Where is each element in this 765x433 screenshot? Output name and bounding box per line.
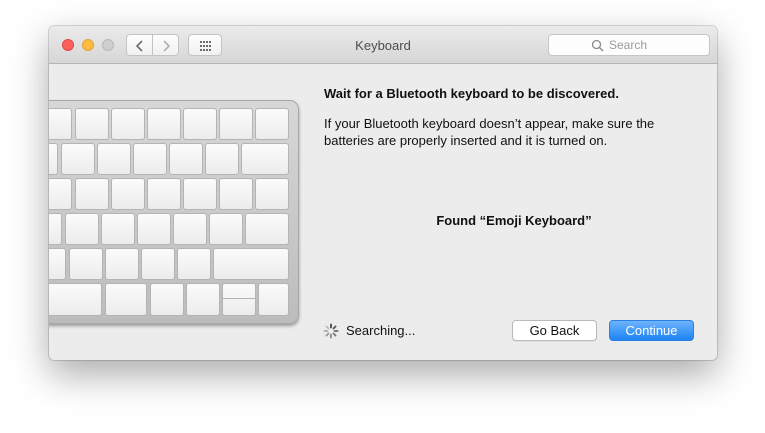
keyboard-key <box>49 248 66 280</box>
keyboard-key <box>177 248 211 280</box>
keyboard-key <box>258 283 289 316</box>
keyboard-key <box>61 143 95 175</box>
keyboard-key <box>97 143 131 175</box>
search-field[interactable]: Search <box>548 34 710 56</box>
arrow-keys <box>222 283 256 316</box>
keyboard-key <box>141 248 175 280</box>
instruction-text: If your Bluetooth keyboard doesn’t appea… <box>324 116 655 148</box>
keyboard-key <box>186 283 220 316</box>
keyboard-key <box>213 248 289 280</box>
keyboard-key <box>49 108 72 140</box>
keyboard-key <box>105 248 139 280</box>
keyboard-key <box>241 143 289 175</box>
keyboard-key <box>150 283 184 316</box>
keyboard-key <box>65 213 99 245</box>
keyboard-key <box>173 213 207 245</box>
keyboard-key <box>219 178 253 210</box>
keyboard-key <box>255 108 289 140</box>
keyboard-key <box>111 178 145 210</box>
keyboard-key <box>219 108 253 140</box>
keyboard-illustration <box>49 100 299 324</box>
keyboard-key <box>49 143 58 175</box>
continue-button[interactable]: Continue <box>609 320 694 341</box>
title-bar: Keyboard Search <box>49 26 717 64</box>
search-icon <box>591 39 604 52</box>
keyboard-key <box>49 213 62 245</box>
keyboard-key <box>147 108 181 140</box>
keyboard-key <box>49 178 72 210</box>
keyboard-key <box>101 213 135 245</box>
keyboard-key <box>169 143 203 175</box>
instruction-heading: Wait for a Bluetooth keyboard to be disc… <box>324 86 619 101</box>
keyboard-key <box>133 143 167 175</box>
searching-status: Searching... <box>346 323 416 338</box>
keyboard-setup-window: Keyboard Search Wait for a Bluetooth key… <box>49 26 717 360</box>
keyboard-key <box>137 213 171 245</box>
keyboard-key <box>183 108 217 140</box>
keyboard-key <box>111 108 145 140</box>
keyboard-key <box>255 178 289 210</box>
keyboard-key <box>75 178 109 210</box>
keyboard-key <box>205 143 239 175</box>
go-back-button[interactable]: Go Back <box>512 320 597 341</box>
found-device-text: Found “Emoji Keyboard” <box>436 213 592 228</box>
keyboard-key <box>75 108 109 140</box>
keyboard-key <box>147 178 181 210</box>
keyboard-key <box>209 213 243 245</box>
spacebar-key <box>49 283 102 316</box>
keyboard-key <box>105 283 147 316</box>
keyboard-key <box>245 213 289 245</box>
spinner-icon <box>323 323 339 339</box>
search-placeholder: Search <box>609 38 648 52</box>
keyboard-key <box>183 178 217 210</box>
keyboard-key <box>69 248 103 280</box>
